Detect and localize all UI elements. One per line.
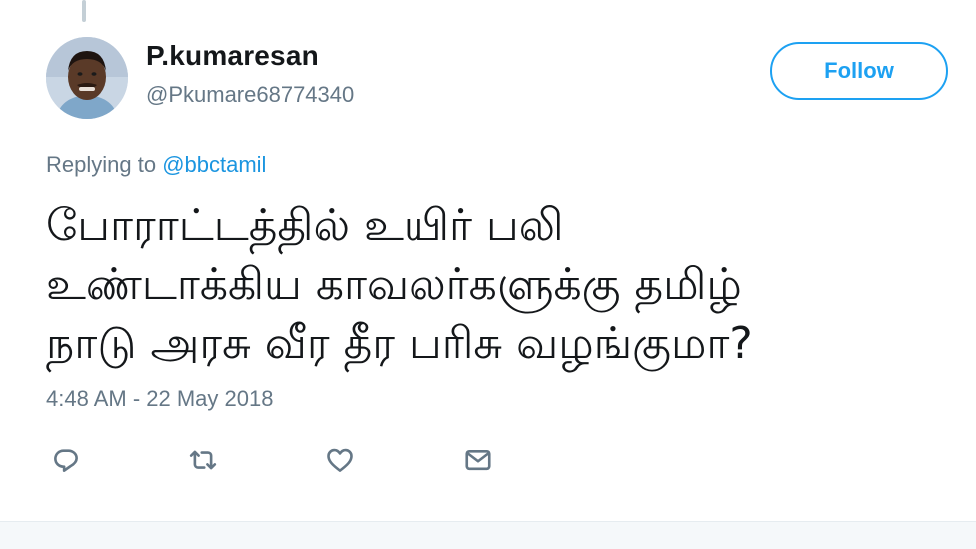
author-display-name[interactable]: P.kumaresan — [146, 40, 319, 72]
reply-button[interactable] — [46, 440, 86, 480]
follow-button[interactable]: Follow — [770, 42, 948, 100]
tweet-text: போராட்டத்தில் உயிர் பலி உண்டாக்கிய காவலர… — [46, 200, 753, 369]
direct-message-button[interactable] — [458, 440, 498, 480]
author-handle[interactable]: @Pkumare68774340 — [146, 82, 354, 108]
replying-to-line: Replying to @bbctamil — [46, 152, 266, 178]
thread-connector-line — [82, 0, 86, 22]
like-button[interactable] — [320, 440, 360, 480]
footer-divider — [0, 521, 976, 549]
tweet-card: P.kumaresan @Pkumare68774340 Follow Repl… — [0, 0, 976, 549]
avatar[interactable] — [46, 37, 128, 119]
envelope-icon — [465, 449, 491, 471]
heart-icon — [327, 448, 353, 472]
replying-to-mention-link[interactable]: @bbctamil — [162, 152, 266, 177]
replying-to-label: Replying to — [46, 152, 163, 177]
tweet-timestamp[interactable]: 4:48 AM - 22 May 2018 — [46, 386, 273, 412]
avatar-photo — [46, 37, 128, 119]
reply-icon — [54, 449, 78, 472]
retweet-button[interactable] — [183, 440, 223, 480]
retweet-icon — [189, 450, 217, 470]
